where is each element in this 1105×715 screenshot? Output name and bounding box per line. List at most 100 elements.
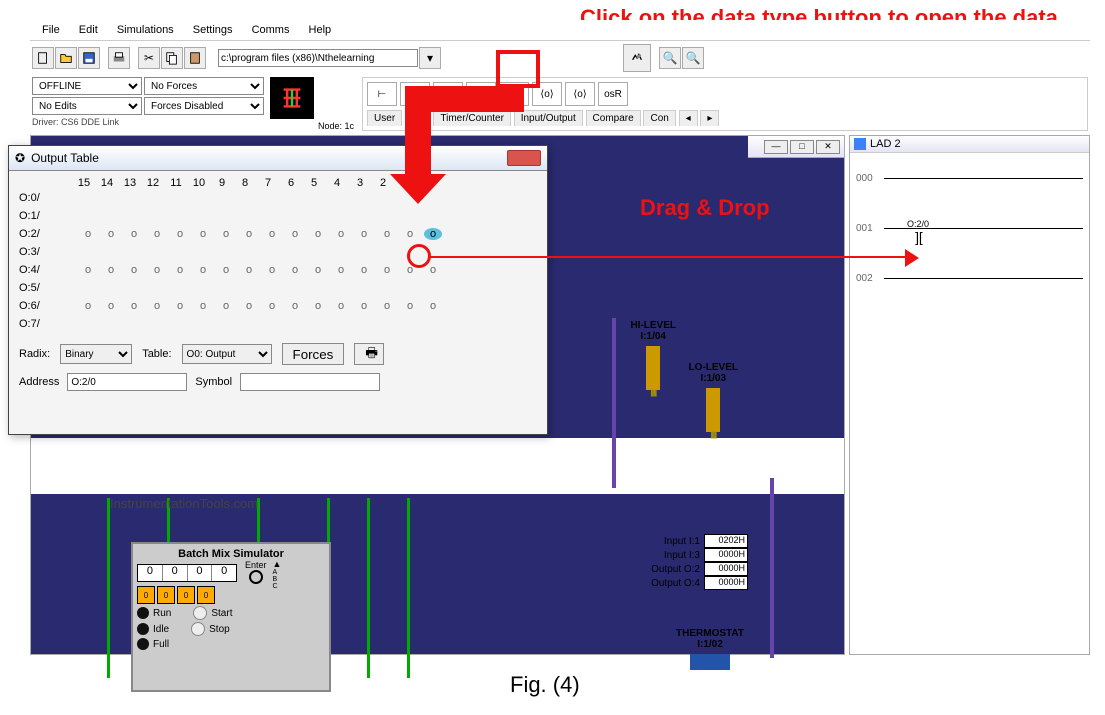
sim-minimize-button[interactable]: —	[764, 140, 788, 154]
bit-cell[interactable]: o	[148, 264, 166, 276]
print-icon-button[interactable]: 🖶	[354, 343, 384, 365]
bit-cell[interactable]: o	[148, 228, 166, 240]
address-input[interactable]	[67, 373, 187, 391]
bit-cell[interactable]: o	[286, 300, 304, 312]
rung-1[interactable]: 001 O:2/0 ] [	[850, 203, 1089, 253]
bit-cell[interactable]: o	[194, 228, 212, 240]
forces-button[interactable]: Forces	[282, 343, 345, 365]
bit-cell[interactable]: o	[355, 264, 373, 276]
mode-select[interactable]: OFFLINE	[32, 77, 142, 95]
print-button[interactable]	[108, 47, 130, 69]
bit-cell[interactable]: o	[424, 228, 442, 240]
radix-select[interactable]: Binary	[60, 344, 132, 364]
bit-cell[interactable]: o	[125, 264, 143, 276]
menu-simulations[interactable]: Simulations	[109, 22, 182, 38]
bit-cell[interactable]: o	[79, 228, 97, 240]
bit-cell[interactable]: o	[263, 300, 281, 312]
rung-0[interactable]: 000	[850, 153, 1089, 203]
instr-btn-6[interactable]: ⟨o⟩	[565, 82, 595, 106]
bit-cell[interactable]: o	[332, 300, 350, 312]
cut-button[interactable]: ✂	[138, 47, 160, 69]
tab-compare[interactable]: Compare	[586, 110, 641, 126]
bit-cell[interactable]: o	[194, 300, 212, 312]
bit-cell[interactable]: o	[171, 300, 189, 312]
menu-settings[interactable]: Settings	[185, 22, 241, 38]
bit-cell[interactable]: o	[401, 228, 419, 240]
menu-edit[interactable]: Edit	[71, 22, 106, 38]
forces-select[interactable]: No Forces	[144, 77, 264, 95]
bit-cell[interactable]: o	[171, 228, 189, 240]
menu-comms[interactable]: Comms	[244, 22, 298, 38]
bit-cell[interactable]: o	[263, 264, 281, 276]
bit-cell[interactable]: o	[79, 264, 97, 276]
led-1[interactable]: 0	[157, 586, 175, 604]
bit-cell[interactable]: o	[102, 264, 120, 276]
bit-cell[interactable]: o	[378, 300, 396, 312]
open-button[interactable]	[55, 47, 77, 69]
sim-maximize-button[interactable]: □	[790, 140, 814, 154]
bit-cell[interactable]: o	[102, 228, 120, 240]
dialog-close-button[interactable]	[507, 150, 541, 166]
bit-cell[interactable]: o	[378, 228, 396, 240]
led-0[interactable]: 0	[137, 586, 155, 604]
bit-cell[interactable]: o	[332, 264, 350, 276]
bit-cell[interactable]: o	[148, 300, 166, 312]
bit-cell[interactable]: o	[171, 264, 189, 276]
symbol-input[interactable]	[240, 373, 380, 391]
bit-cell[interactable]: o	[286, 264, 304, 276]
bit-cell[interactable]: o	[309, 300, 327, 312]
bit-cell[interactable]: o	[102, 300, 120, 312]
instr-btn-7[interactable]: osR	[598, 82, 628, 106]
bit-cell[interactable]: o	[424, 300, 442, 312]
tab-timer-counter[interactable]: Timer/Counter	[433, 110, 511, 126]
bit-cell[interactable]: o	[355, 228, 373, 240]
led-2[interactable]: 0	[177, 586, 195, 604]
abc-selector[interactable]: ▲ABC	[273, 560, 282, 590]
bit-cell[interactable]: o	[217, 300, 235, 312]
bit-cell[interactable]: o	[240, 264, 258, 276]
bit-cell[interactable]: o	[286, 228, 304, 240]
bit-cell[interactable]: o	[424, 264, 442, 276]
menu-file[interactable]: File	[34, 22, 68, 38]
bit-cell[interactable]: o	[332, 228, 350, 240]
stop-switch[interactable]	[191, 622, 205, 636]
bit-cell[interactable]: o	[240, 228, 258, 240]
bit-cell[interactable]: o	[309, 228, 327, 240]
led-3[interactable]: 0	[197, 586, 215, 604]
start-switch[interactable]	[193, 606, 207, 620]
bit-cell[interactable]: o	[240, 300, 258, 312]
dialog-titlebar[interactable]: ✪ Output Table	[9, 146, 547, 171]
bit-cell[interactable]: o	[217, 228, 235, 240]
copy-button[interactable]	[161, 47, 183, 69]
tab-scroll-right[interactable]: ▸	[700, 110, 719, 126]
table-select[interactable]: O0: Output	[182, 344, 272, 364]
bit-cell[interactable]: o	[194, 264, 212, 276]
bit-cell[interactable]: o	[217, 264, 235, 276]
save-button[interactable]	[78, 47, 100, 69]
new-button[interactable]	[32, 47, 54, 69]
bit-cell[interactable]: o	[309, 264, 327, 276]
datatype-button[interactable]	[623, 44, 651, 72]
rung-contact[interactable]: O:2/0 ] [	[902, 219, 934, 245]
tab-user[interactable]: User	[367, 110, 402, 126]
bit-cell[interactable]: o	[125, 228, 143, 240]
paste-button[interactable]	[184, 47, 206, 69]
zoom-out-button[interactable]: 🔍	[682, 47, 704, 69]
enter-button[interactable]	[249, 570, 263, 584]
tab-io[interactable]: Input/Output	[514, 110, 583, 126]
file-path-input[interactable]	[218, 49, 418, 67]
path-dropdown-button[interactable]: ▾	[419, 47, 441, 69]
menu-help[interactable]: Help	[301, 22, 340, 38]
bit-cell[interactable]: o	[263, 228, 281, 240]
bit-cell[interactable]: o	[125, 300, 143, 312]
forces-enabled-select[interactable]: Forces Disabled	[144, 97, 264, 115]
sim-close-button[interactable]: ✕	[816, 140, 840, 154]
edits-select[interactable]: No Edits	[32, 97, 142, 115]
bit-cell[interactable]: o	[378, 264, 396, 276]
bit-cell[interactable]: o	[79, 300, 97, 312]
instr-btn-0[interactable]: ⊢	[367, 82, 397, 106]
rung-2[interactable]: 002	[850, 253, 1089, 303]
tab-con[interactable]: Con	[643, 110, 675, 126]
bit-cell[interactable]: o	[401, 300, 419, 312]
tab-scroll-left[interactable]: ◂	[679, 110, 698, 126]
